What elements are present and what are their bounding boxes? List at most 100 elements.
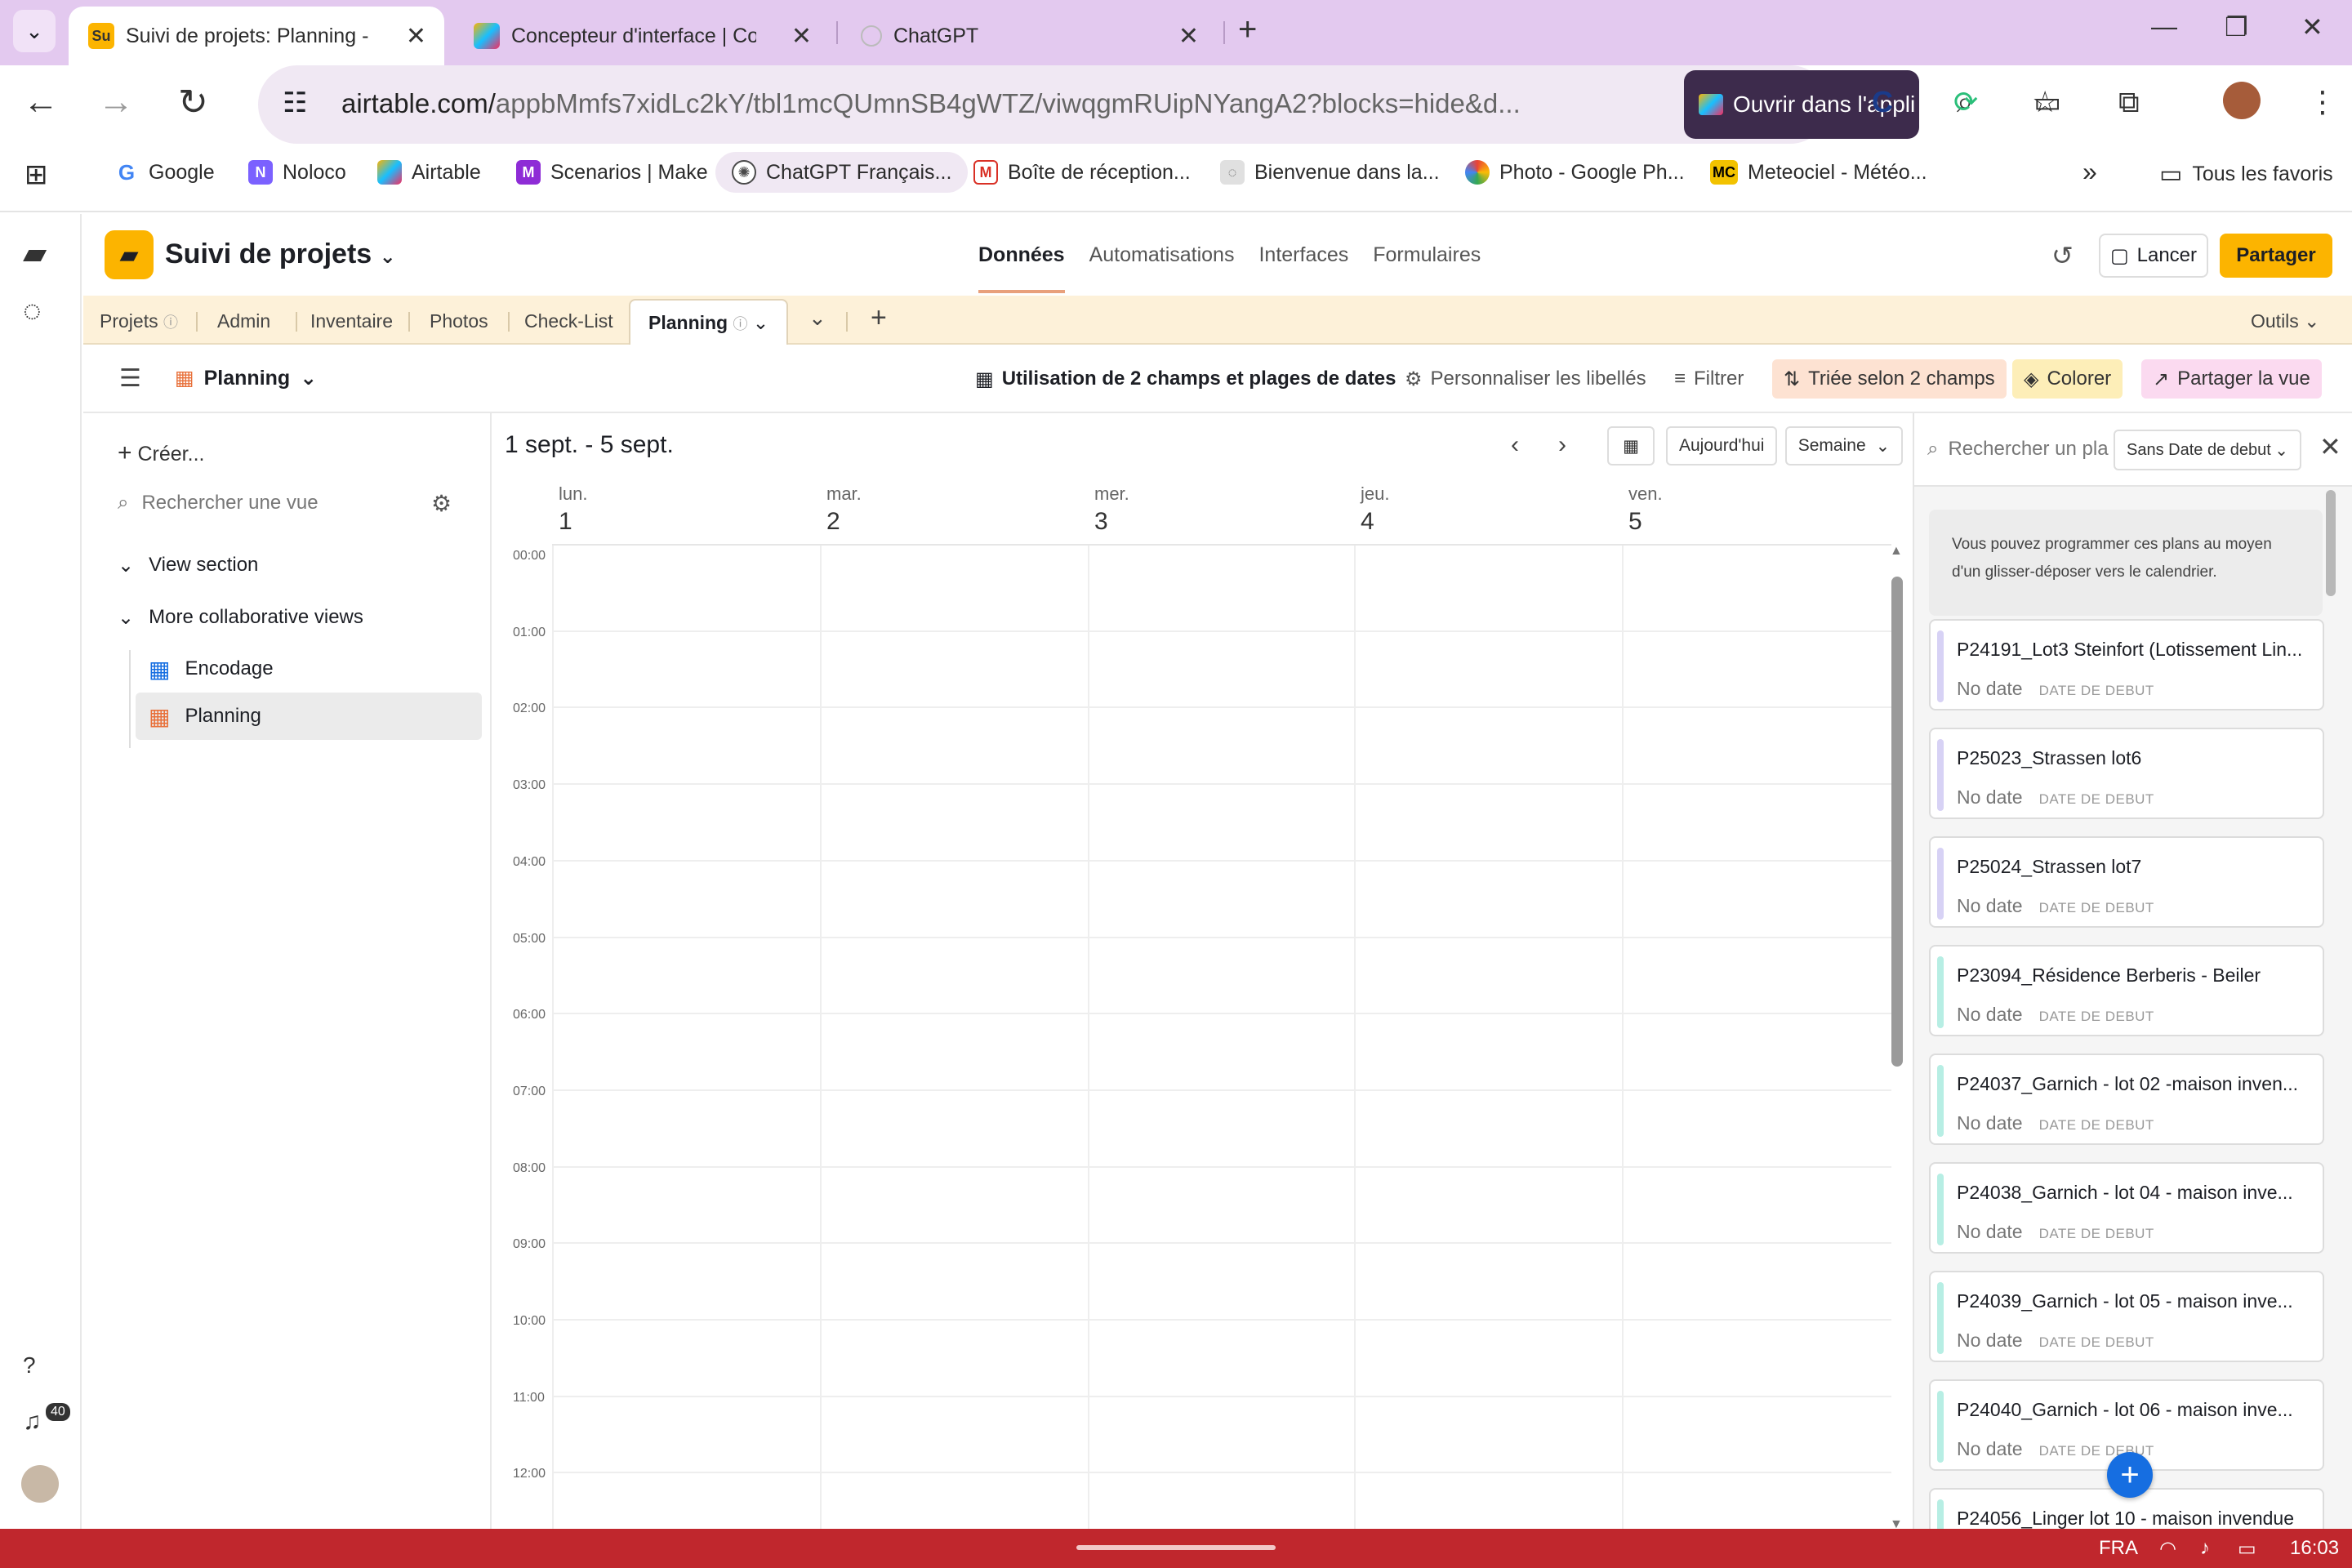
cast-icon[interactable]: ▭ bbox=[2034, 85, 2061, 119]
clock[interactable]: 16:03 bbox=[2290, 1537, 2339, 1560]
record-card[interactable]: P24191_Lot3 Steinfort (Lotissement Lin..… bbox=[1929, 619, 2324, 710]
table-tab-check-list[interactable]: Check-List bbox=[524, 310, 613, 332]
record-card[interactable]: P24037_Garnich - lot 02 -maison inven...… bbox=[1929, 1054, 2324, 1145]
date-fields-button[interactable]: ▦ Utilisation de 2 champs et plages de da… bbox=[964, 359, 1408, 399]
record-card[interactable]: P24039_Garnich - lot 05 - maison inve...… bbox=[1929, 1271, 2324, 1362]
filter-button[interactable]: ≡ Filtrer bbox=[1663, 359, 1755, 399]
bookmark-make[interactable]: M Scenarios | Make bbox=[516, 160, 708, 185]
share-button[interactable]: Partager bbox=[2220, 234, 2332, 278]
url-text[interactable]: airtable.com/appbMmfs7xidLc2kY/tbl1mcQUm… bbox=[341, 88, 1521, 119]
tab-automatisations[interactable]: Automatisations bbox=[1089, 243, 1235, 293]
view-settings-gear-icon[interactable]: ⚙ bbox=[431, 490, 452, 517]
record-card[interactable]: P23094_Résidence Berberis - Beiler No dat… bbox=[1929, 945, 2324, 1036]
view-name-button[interactable]: ▦ Planning ⌄ bbox=[175, 366, 317, 390]
calendar-scrollbar[interactable]: ▲ ▼ bbox=[1890, 544, 1903, 1531]
all-tables-chevron-icon[interactable]: ⌄ bbox=[808, 305, 826, 331]
bell-icon[interactable]: ♫ bbox=[23, 1408, 42, 1436]
view-mode-select[interactable]: Semaine ⌄ bbox=[1785, 426, 1903, 466]
apps-grid-icon[interactable]: ⊞ bbox=[24, 158, 48, 191]
panel-scrollbar-thumb[interactable] bbox=[2326, 490, 2336, 596]
table-tab-photos[interactable]: Photos bbox=[430, 310, 488, 332]
sort-button[interactable]: ⇅ Triée selon 2 champs bbox=[1772, 359, 2007, 399]
language-indicator[interactable]: FRA bbox=[2099, 1537, 2138, 1560]
more-bookmarks-chevron-icon[interactable]: » bbox=[2082, 157, 2097, 187]
calendar-grid[interactable] bbox=[552, 544, 1891, 1530]
bookmark-chatgpt[interactable]: ✺ ChatGPT Français... bbox=[715, 152, 969, 193]
bookmark-google-photos[interactable]: Photo - Google Ph... bbox=[1465, 160, 1685, 185]
home-handle[interactable] bbox=[1076, 1545, 1276, 1550]
bookmark-google[interactable]: G Google bbox=[114, 160, 215, 185]
tab-formulaires[interactable]: Formulaires bbox=[1373, 243, 1481, 293]
panel-search-input[interactable]: ⌕ Rechercher un pla bbox=[1927, 438, 2123, 461]
browser-tab[interactable]: ChatGPT ✕ bbox=[841, 7, 1217, 65]
view-search-input[interactable]: ⌕ Rechercher une vue bbox=[118, 492, 318, 514]
share-view-button[interactable]: ↗ Partager la vue bbox=[2141, 359, 2322, 399]
tab-close-icon[interactable]: ✕ bbox=[791, 22, 812, 51]
help-icon[interactable]: ? bbox=[23, 1352, 36, 1379]
table-tab-inventaire[interactable]: Inventaire bbox=[310, 310, 393, 332]
airtable-home-icon[interactable]: ▰ bbox=[23, 235, 47, 272]
user-avatar[interactable] bbox=[21, 1465, 59, 1503]
minimize-icon[interactable]: — bbox=[2151, 11, 2177, 42]
tab-search-chevron-icon[interactable]: ⌄ bbox=[13, 10, 56, 52]
create-view-button[interactable]: + Créer... bbox=[118, 439, 204, 467]
sidebar-view-encodage[interactable]: ▦ Encodage bbox=[136, 645, 482, 693]
new-tab-plus-icon[interactable]: + bbox=[1238, 11, 1257, 48]
view-section-toggle[interactable]: ⌄ View section bbox=[118, 554, 258, 577]
omni-spinner-icon[interactable]: ◌ bbox=[23, 294, 42, 329]
extension-sync-icon[interactable]: ⟳ bbox=[1953, 85, 1978, 119]
address-bar[interactable]: ☷ airtable.com/appbMmfs7xidLc2kY/tbl1mcQ… bbox=[258, 65, 2058, 144]
customize-labels-button[interactable]: ⚙ Personnaliser les libellés bbox=[1393, 359, 1658, 399]
all-bookmarks-folder[interactable]: ▭ Tous les favoris bbox=[2159, 160, 2333, 189]
wifi-icon[interactable]: ◠ bbox=[2159, 1537, 2176, 1561]
bookmark-noloco[interactable]: N Noloco bbox=[248, 160, 346, 185]
table-tab-planning[interactable]: Planning ⓘ ⌄ bbox=[629, 299, 789, 346]
restore-icon[interactable]: ❐ bbox=[2225, 11, 2248, 42]
date-picker-calendar-icon[interactable]: ▦ bbox=[1607, 426, 1655, 466]
previous-week-chevron-icon[interactable]: ‹ bbox=[1511, 431, 1519, 459]
tab-interfaces[interactable]: Interfaces bbox=[1258, 243, 1348, 293]
volume-icon[interactable]: ♪ bbox=[2200, 1537, 2210, 1560]
extension-c-icon[interactable]: C bbox=[1872, 85, 1893, 119]
tab-close-icon[interactable]: ✕ bbox=[406, 22, 426, 51]
browser-tab[interactable]: Concepteur d'interface | Con ✕ bbox=[454, 7, 830, 65]
extensions-puzzle-icon[interactable]: ⧉ bbox=[2118, 85, 2140, 120]
tab-donnees[interactable]: Données bbox=[978, 243, 1065, 293]
bookmark-gmail[interactable]: M Boîte de réception... bbox=[973, 160, 1191, 185]
forward-arrow-icon[interactable]: → bbox=[98, 82, 134, 122]
record-card[interactable]: P25023_Strassen lot6 No date DATE DE DEBUT bbox=[1929, 728, 2324, 819]
color-button[interactable]: ◈ Colorer bbox=[2012, 359, 2123, 399]
browser-tab-active[interactable]: Su Suivi de projets: Planning - A ✕ bbox=[69, 7, 444, 65]
bookmark-meteociel[interactable]: MC Meteociel - Météo... bbox=[1710, 160, 1927, 185]
table-tab-admin[interactable]: Admin bbox=[217, 310, 270, 332]
sidebar-view-planning[interactable]: ▦ Planning bbox=[136, 693, 482, 740]
close-panel-icon[interactable]: ✕ bbox=[2319, 431, 2341, 462]
tools-menu[interactable]: Outils ⌄ bbox=[2251, 310, 2319, 332]
scroll-up-icon[interactable]: ▲ bbox=[1890, 544, 1903, 559]
close-window-icon[interactable]: ✕ bbox=[2301, 11, 2323, 42]
collaborative-views-toggle[interactable]: ⌄ More collaborative views bbox=[118, 606, 363, 630]
tab-close-icon[interactable]: ✕ bbox=[1178, 22, 1199, 51]
date-filter-select[interactable]: Sans Date de debut ⌄ bbox=[2114, 430, 2301, 470]
browser-menu-icon[interactable]: ⋮ bbox=[2308, 85, 2337, 119]
record-card[interactable]: P24038_Garnich - lot 04 - maison inve...… bbox=[1929, 1162, 2324, 1254]
next-week-chevron-icon[interactable]: › bbox=[1558, 431, 1566, 459]
history-icon[interactable]: ↺ bbox=[2051, 240, 2074, 271]
reload-icon[interactable]: ↻ bbox=[178, 82, 208, 123]
site-settings-icon[interactable]: ☷ bbox=[283, 87, 307, 119]
add-table-plus-icon[interactable]: + bbox=[871, 302, 887, 334]
record-card[interactable]: P25024_Strassen lot7 No date DATE DE DEBUT bbox=[1929, 836, 2324, 928]
sidebar-toggle-icon[interactable]: ☰ bbox=[119, 364, 141, 393]
profile-avatar[interactable] bbox=[2223, 82, 2261, 119]
base-name-button[interactable]: Suivi de projets ⌄ bbox=[165, 238, 396, 270]
table-tab-projets[interactable]: Projets ⓘ bbox=[100, 310, 178, 332]
scrollbar-thumb[interactable] bbox=[1891, 577, 1903, 1067]
back-arrow-icon[interactable]: ← bbox=[23, 82, 59, 122]
bookmark-airtable[interactable]: Airtable bbox=[377, 160, 481, 185]
base-icon[interactable]: ▰ bbox=[105, 230, 154, 279]
battery-icon[interactable]: ▭ bbox=[2238, 1537, 2256, 1561]
launch-button[interactable]: ▢ Lancer bbox=[2099, 234, 2208, 278]
today-button[interactable]: Aujourd'hui bbox=[1666, 426, 1778, 466]
add-record-plus-icon[interactable]: + bbox=[2107, 1452, 2153, 1498]
bookmark-bienvenue[interactable]: ◌ Bienvenue dans la... bbox=[1220, 160, 1440, 185]
